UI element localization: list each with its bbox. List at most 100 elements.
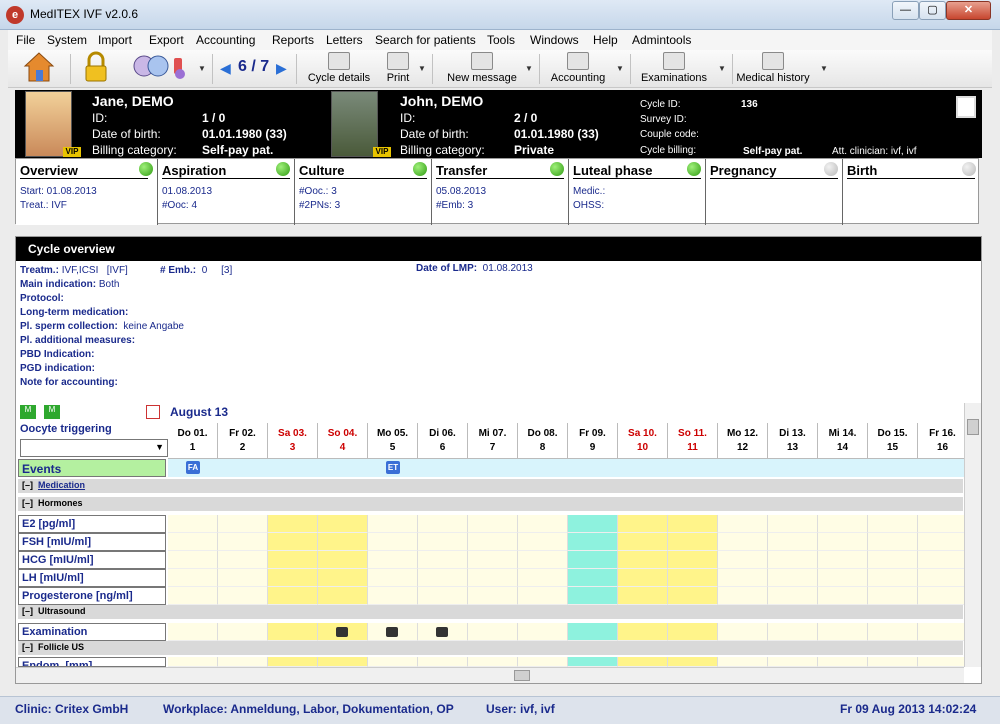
grid-cell[interactable] (718, 551, 768, 569)
grid-cell[interactable] (268, 515, 318, 533)
tab-overview[interactable]: Overview Start: 01.08.2013 Treat.: IVF (16, 159, 158, 225)
tab-aspiration[interactable]: Aspiration 01.08.2013 #Ooc: 4 (158, 159, 295, 225)
grid-cell[interactable] (268, 587, 318, 605)
menu-file[interactable]: File (16, 33, 35, 47)
grid-cell[interactable] (568, 587, 618, 605)
grid-cell[interactable] (268, 551, 318, 569)
grid-cell[interactable] (818, 551, 868, 569)
grid-cell[interactable] (768, 551, 818, 569)
examinations-button[interactable]: Examinations (634, 50, 714, 88)
grid-cell[interactable] (468, 569, 518, 587)
grid-cell[interactable] (618, 533, 668, 551)
day-column-header[interactable]: Do 15. 15 (868, 423, 918, 459)
grid-cell[interactable] (318, 515, 368, 533)
grid-cell[interactable] (318, 587, 368, 605)
new-message-button[interactable]: New message (438, 50, 526, 88)
next-cycle-icon[interactable]: ▶ (276, 60, 287, 77)
section-ultrasound[interactable]: [–] Ultrasound (18, 605, 963, 619)
grid-cell[interactable] (818, 657, 868, 667)
day-column-header[interactable]: Sa 10. 10 (618, 423, 668, 459)
grid-cell[interactable] (718, 623, 768, 641)
day-column-header[interactable]: Di 13. 13 (768, 423, 818, 459)
grid-cell[interactable] (518, 569, 568, 587)
grid-cell[interactable] (668, 533, 718, 551)
grid-cell[interactable] (168, 587, 218, 605)
accounting-button[interactable]: Accounting (544, 50, 612, 88)
grid-cell[interactable] (468, 623, 518, 641)
grid-cell[interactable] (568, 515, 618, 533)
menu-export[interactable]: Export (149, 33, 184, 47)
grid-cell[interactable] (518, 533, 568, 551)
camera-icon[interactable] (386, 627, 398, 637)
grid-cell[interactable] (568, 657, 618, 667)
day-column-header[interactable]: Sa 03. 3 (268, 423, 318, 459)
grid-cell[interactable] (268, 657, 318, 667)
medication-link[interactable]: Medication (38, 480, 85, 490)
event-fa-icon[interactable]: FA (186, 461, 200, 474)
grid-cell[interactable] (918, 551, 968, 569)
medical-history-button[interactable]: Medical history (732, 50, 814, 88)
grid-cell[interactable] (218, 515, 268, 533)
grid-cell[interactable] (618, 569, 668, 587)
add-medication-icon[interactable]: M (20, 405, 36, 419)
grid-cell[interactable] (818, 515, 868, 533)
examinations-dropdown-icon[interactable]: ▼ (718, 64, 726, 73)
grid-cell[interactable] (768, 515, 818, 533)
menu-search-patients[interactable]: Search for patients (375, 33, 476, 47)
grid-cell[interactable] (168, 515, 218, 533)
grid-cell[interactable] (218, 533, 268, 551)
menu-admintools[interactable]: Admintools (632, 33, 691, 47)
grid-cell[interactable] (418, 657, 468, 667)
day-column-header[interactable]: Mo 12. 12 (718, 423, 768, 459)
grid-cell[interactable] (868, 657, 918, 667)
document-icon[interactable] (956, 96, 976, 118)
grid-cell[interactable] (768, 569, 818, 587)
grid-cell[interactable] (418, 587, 468, 605)
grid-cell[interactable] (718, 657, 768, 667)
grid-cell[interactable] (568, 551, 618, 569)
grid-cell[interactable] (518, 623, 568, 641)
tab-pregnancy[interactable]: Pregnancy (706, 159, 843, 225)
grid-cell[interactable] (868, 551, 918, 569)
day-column-header[interactable]: Do 08. 8 (518, 423, 568, 459)
grid-cell[interactable] (418, 551, 468, 569)
grid-cell[interactable] (918, 587, 968, 605)
grid-cell[interactable] (368, 515, 418, 533)
grid-cell[interactable] (668, 551, 718, 569)
grid-cell[interactable] (468, 533, 518, 551)
oocyte-triggering-select[interactable]: ▼ (20, 439, 168, 457)
grid-cell[interactable] (618, 515, 668, 533)
grid-cell[interactable] (918, 569, 968, 587)
event-et-icon[interactable]: ET (386, 461, 400, 474)
grid-cell[interactable] (518, 657, 568, 667)
grid-cell[interactable] (768, 623, 818, 641)
grid-cell[interactable] (268, 569, 318, 587)
day-column-header[interactable]: Fr 02. 2 (218, 423, 268, 459)
grid-cell[interactable] (168, 569, 218, 587)
grid-cell[interactable] (818, 533, 868, 551)
vertical-scrollbar[interactable] (964, 403, 981, 667)
grid-cell[interactable] (568, 533, 618, 551)
tab-culture[interactable]: Culture #Ooc.: 3 #2PNs: 3 (295, 159, 432, 225)
grid-cell[interactable] (318, 533, 368, 551)
couple-dropdown-icon[interactable]: ▼ (198, 64, 206, 73)
grid-cell[interactable] (368, 657, 418, 667)
grid-cell[interactable] (468, 657, 518, 667)
day-column-header[interactable]: Di 06. 6 (418, 423, 468, 459)
grid-cell[interactable] (718, 587, 768, 605)
grid-cell[interactable] (268, 623, 318, 641)
grid-cell[interactable] (618, 587, 668, 605)
new-message-dropdown-icon[interactable]: ▼ (525, 64, 533, 73)
grid-cell[interactable] (718, 515, 768, 533)
home-button[interactable] (18, 50, 60, 88)
menu-reports[interactable]: Reports (272, 33, 314, 47)
grid-cell[interactable] (168, 551, 218, 569)
grid-cell[interactable] (918, 657, 968, 667)
day-column-header[interactable]: So 11. 11 (668, 423, 718, 459)
grid-cell[interactable] (418, 533, 468, 551)
camera-icon[interactable] (436, 627, 448, 637)
grid-cell[interactable] (518, 515, 568, 533)
grid-cell[interactable] (218, 569, 268, 587)
grid-cell[interactable] (518, 587, 568, 605)
grid-cell[interactable] (168, 657, 218, 667)
